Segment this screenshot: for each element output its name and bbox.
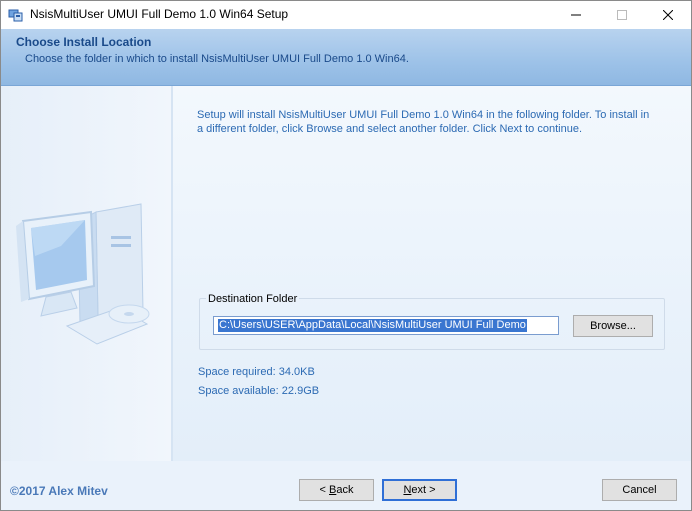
back-button[interactable]: < Back [299, 479, 374, 501]
destination-path-input[interactable]: C:\Users\USER\AppData\Local\NsisMultiUse… [213, 316, 559, 335]
cancel-button[interactable]: Cancel [602, 479, 677, 501]
next-button[interactable]: Next > [382, 479, 457, 501]
minimize-button[interactable] [553, 1, 599, 29]
page-header: Choose Install Location Choose the folde… [1, 29, 691, 86]
back-button-mnemonic: B [329, 484, 337, 496]
window-title: NsisMultiUser UMUI Full Demo 1.0 Win64 S… [30, 7, 289, 21]
next-button-suffix: ext > [411, 484, 436, 496]
maximize-button[interactable] [599, 1, 645, 29]
side-panel [1, 86, 173, 461]
computer-illustration [16, 203, 150, 345]
space-available: Space available: 22.9GB [198, 385, 320, 397]
installer-icon [8, 7, 24, 23]
space-required: Space required: 34.0KB [198, 366, 315, 378]
page-title: Choose Install Location [16, 35, 152, 49]
back-button-suffix: ack [336, 484, 354, 496]
installer-window: NsisMultiUser UMUI Full Demo 1.0 Win64 S… [0, 0, 692, 511]
maximize-icon [617, 10, 627, 20]
destination-path-value: C:\Users\USER\AppData\Local\NsisMultiUse… [218, 319, 527, 332]
browse-button[interactable]: Browse... [573, 315, 653, 337]
minimize-icon [571, 14, 581, 16]
close-button[interactable] [645, 1, 691, 29]
intro-text: Setup will install NsisMultiUser UMUI Fu… [197, 109, 650, 135]
branding-text: ©2017 Alex Mitev [10, 484, 108, 498]
page-subtitle: Choose the folder in which to install Ns… [25, 53, 409, 65]
close-icon [663, 10, 673, 20]
title-bar[interactable]: NsisMultiUser UMUI Full Demo 1.0 Win64 S… [1, 1, 691, 29]
back-button-prefix: < [319, 484, 329, 496]
destination-folder-label: Destination Folder [206, 293, 300, 305]
next-button-mnemonic: N [403, 484, 412, 496]
